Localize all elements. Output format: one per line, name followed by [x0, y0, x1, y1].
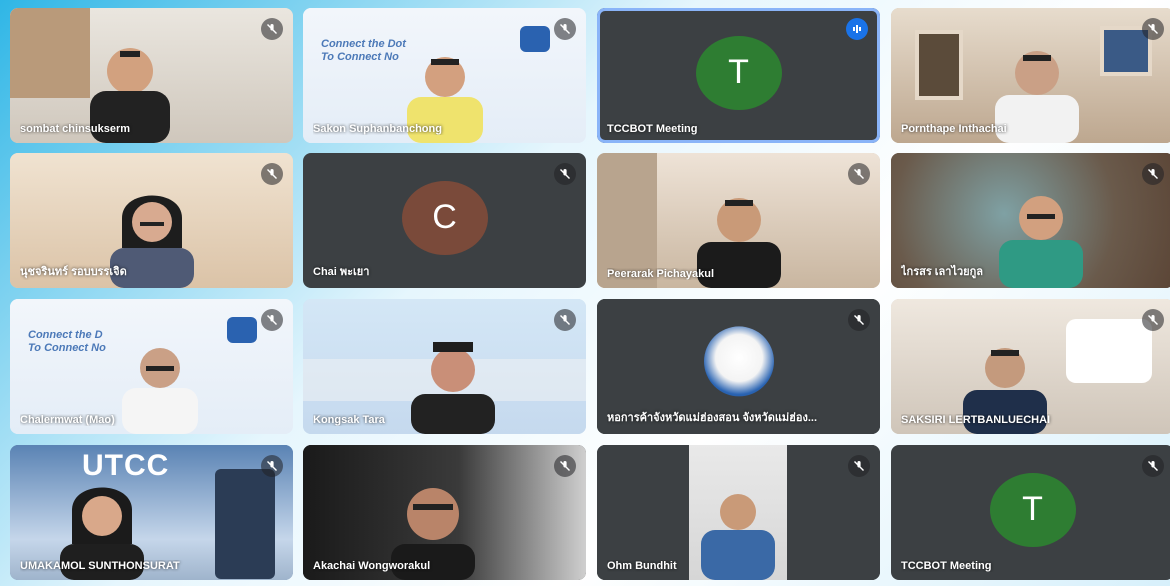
participant-name: หอการค้าจังหวัดแม่ฮ่องสอน จังหวัดแม่ฮ่อง… [607, 412, 818, 424]
mic-off-icon[interactable] [848, 309, 870, 331]
organization-logo [703, 325, 774, 396]
mic-off-icon[interactable] [1142, 18, 1164, 40]
participant-name: Pornthape Inthachai [901, 123, 1007, 135]
mic-off-icon[interactable] [554, 18, 576, 40]
participant-tile[interactable]: หอการค้าจังหวัดแม่ฮ่องสอน จังหวัดแม่ฮ่อง… [597, 299, 880, 434]
participant-name: sombat chinsukserm [20, 123, 131, 135]
participant-name: Kongsak Tara [313, 414, 385, 426]
mic-off-icon[interactable] [261, 309, 283, 331]
mic-off-icon[interactable] [261, 163, 283, 185]
meeting-participant-grid: sombat chinsukserm Connect the Dot To Co… [0, 0, 1170, 586]
participant-name: UMAKAMOL SUNTHONSURAT [20, 560, 180, 572]
avatar-letter: C [432, 198, 457, 237]
mic-off-icon[interactable] [554, 309, 576, 331]
participant-name: Peerarak Pichayakul [607, 268, 715, 280]
participant-name: Sakon Suphanbanchong [313, 123, 442, 135]
avatar: T [989, 472, 1076, 547]
audio-wave-icon [846, 18, 868, 40]
participant-tile[interactable]: Pornthape Inthachai [891, 8, 1170, 143]
mic-off-icon[interactable] [1142, 309, 1164, 331]
logo-icon [227, 317, 257, 343]
participant-tile[interactable]: ไกรสร เลาไวยกูล [891, 153, 1170, 288]
participant-tile[interactable]: C Chai พะเยา [303, 153, 586, 288]
mic-off-icon[interactable] [261, 18, 283, 40]
avatar-letter: T [728, 53, 749, 92]
avatar-letter: T [1022, 490, 1043, 529]
participant-name: TCCBOT Meeting [607, 123, 698, 135]
mic-off-icon[interactable] [261, 455, 283, 477]
avatar: C [401, 180, 488, 255]
mic-off-icon[interactable] [848, 455, 870, 477]
mic-off-icon[interactable] [1142, 455, 1164, 477]
participant-tile[interactable]: Peerarak Pichayakul [597, 153, 880, 288]
participant-tile[interactable]: T TCCBOT Meeting [597, 8, 880, 143]
banner-line-1: Connect the D [28, 329, 103, 341]
participant-tile[interactable]: SAKSIRI LERTBANLUECHAI [891, 299, 1170, 434]
participant-tile[interactable]: Ohm Bundhit [597, 445, 880, 580]
participant-name: SAKSIRI LERTBANLUECHAI [901, 414, 1051, 426]
participant-name: Chai พะเยา [313, 266, 370, 278]
participant-name: Ohm Bundhit [607, 560, 677, 572]
participant-name: ไกรสร เลาไวยกูล [901, 266, 984, 278]
background-sign [1066, 319, 1152, 383]
participant-tile[interactable]: Akachai Wongworakul [303, 445, 586, 580]
participant-tile[interactable]: Connect the D To Connect No Chalermwat (… [10, 299, 293, 434]
logo-icon [520, 26, 550, 52]
participant-name: TCCBOT Meeting [901, 560, 992, 572]
participant-tile[interactable]: นุชจรินทร์ รอบบรรเจิด [10, 153, 293, 288]
wall-frame [915, 30, 963, 100]
participant-tile[interactable]: T TCCBOT Meeting [891, 445, 1170, 580]
banner-text: Connect the D To Connect No [28, 329, 106, 355]
mic-off-icon[interactable] [554, 163, 576, 185]
mic-off-icon[interactable] [1142, 163, 1164, 185]
participant-tile[interactable]: Kongsak Tara [303, 299, 586, 434]
banner-line-2: To Connect No [28, 342, 106, 354]
participant-tile[interactable]: UTCC UMAKAMOL SUNTHONSURAT [10, 445, 293, 580]
avatar: T [695, 35, 782, 110]
participant-name: Chalermwat (Mao) [20, 414, 115, 426]
participant-tile[interactable]: sombat chinsukserm [10, 8, 293, 143]
participant-name: Akachai Wongworakul [313, 560, 431, 572]
participant-tile[interactable]: Connect the Dot To Connect No Sakon Suph… [303, 8, 586, 143]
mic-off-icon[interactable] [554, 455, 576, 477]
participant-name: นุชจรินทร์ รอบบรรเจิด [20, 266, 127, 278]
mic-off-icon[interactable] [848, 163, 870, 185]
